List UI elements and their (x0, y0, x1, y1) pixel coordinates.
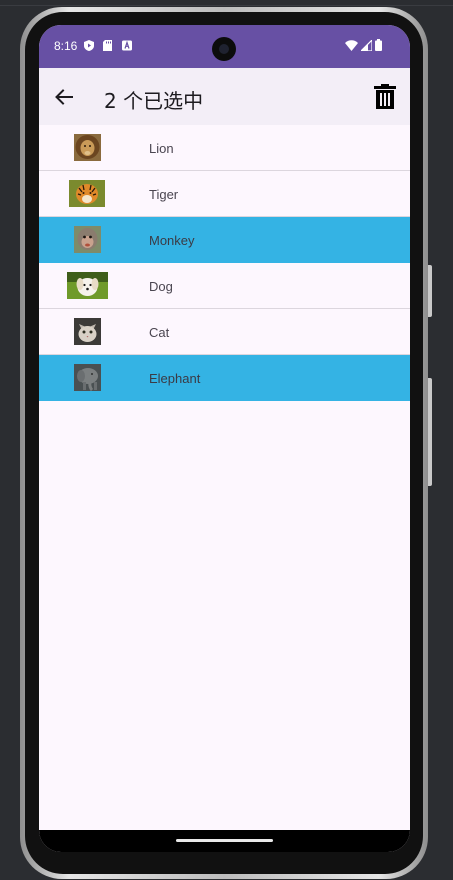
list-item[interactable]: Elephant (39, 355, 410, 401)
tiger-thumbnail (69, 180, 105, 207)
status-time: 8:16 (54, 39, 78, 53)
list-item-label: Monkey (149, 233, 195, 248)
list-item-label: Tiger (149, 187, 179, 202)
delete-button[interactable] (370, 81, 400, 111)
selection-count-title: 2 个已选中 (104, 89, 204, 113)
list-item[interactable]: Monkey (39, 217, 410, 263)
list-item[interactable]: Cat (39, 309, 410, 355)
top-app-bar: 2 个已选中 (39, 68, 410, 125)
list-item[interactable]: Lion (39, 125, 410, 171)
trash-icon (374, 83, 396, 109)
monkey-thumbnail (74, 226, 101, 253)
signal-icon (361, 39, 372, 51)
animal-list: Lion Tiger Monkey Dog Cat Elephant (39, 125, 410, 401)
list-item-label: Elephant (149, 371, 201, 386)
sd-card-icon (103, 40, 112, 51)
status-bar: 8:16 (39, 25, 410, 68)
list-item[interactable]: Dog (39, 263, 410, 309)
desktop-background: 8:16 2 个已选中 Lion Tiger Monkey Dog Cat El… (0, 0, 453, 880)
a-notification-icon (122, 40, 132, 51)
list-item-label: Dog (149, 279, 173, 294)
navigation-bar (39, 830, 410, 852)
list-item-label: Lion (149, 141, 174, 156)
list-item-label: Cat (149, 325, 170, 340)
dog-thumbnail (67, 272, 108, 299)
window-edge-line (0, 5, 453, 6)
elephant-thumbnail (74, 364, 101, 391)
play-protect-icon (84, 40, 94, 51)
front-camera (212, 37, 236, 61)
wifi-icon (345, 39, 358, 51)
list-item[interactable]: Tiger (39, 171, 410, 217)
phone-screen: 8:16 2 个已选中 Lion Tiger Monkey Dog Cat El… (39, 25, 410, 852)
battery-icon (375, 39, 382, 51)
lion-thumbnail (74, 134, 101, 161)
back-button[interactable] (49, 82, 79, 112)
cat-thumbnail (74, 318, 101, 345)
arrow-back-icon (55, 89, 73, 105)
home-indicator[interactable] (176, 839, 273, 842)
